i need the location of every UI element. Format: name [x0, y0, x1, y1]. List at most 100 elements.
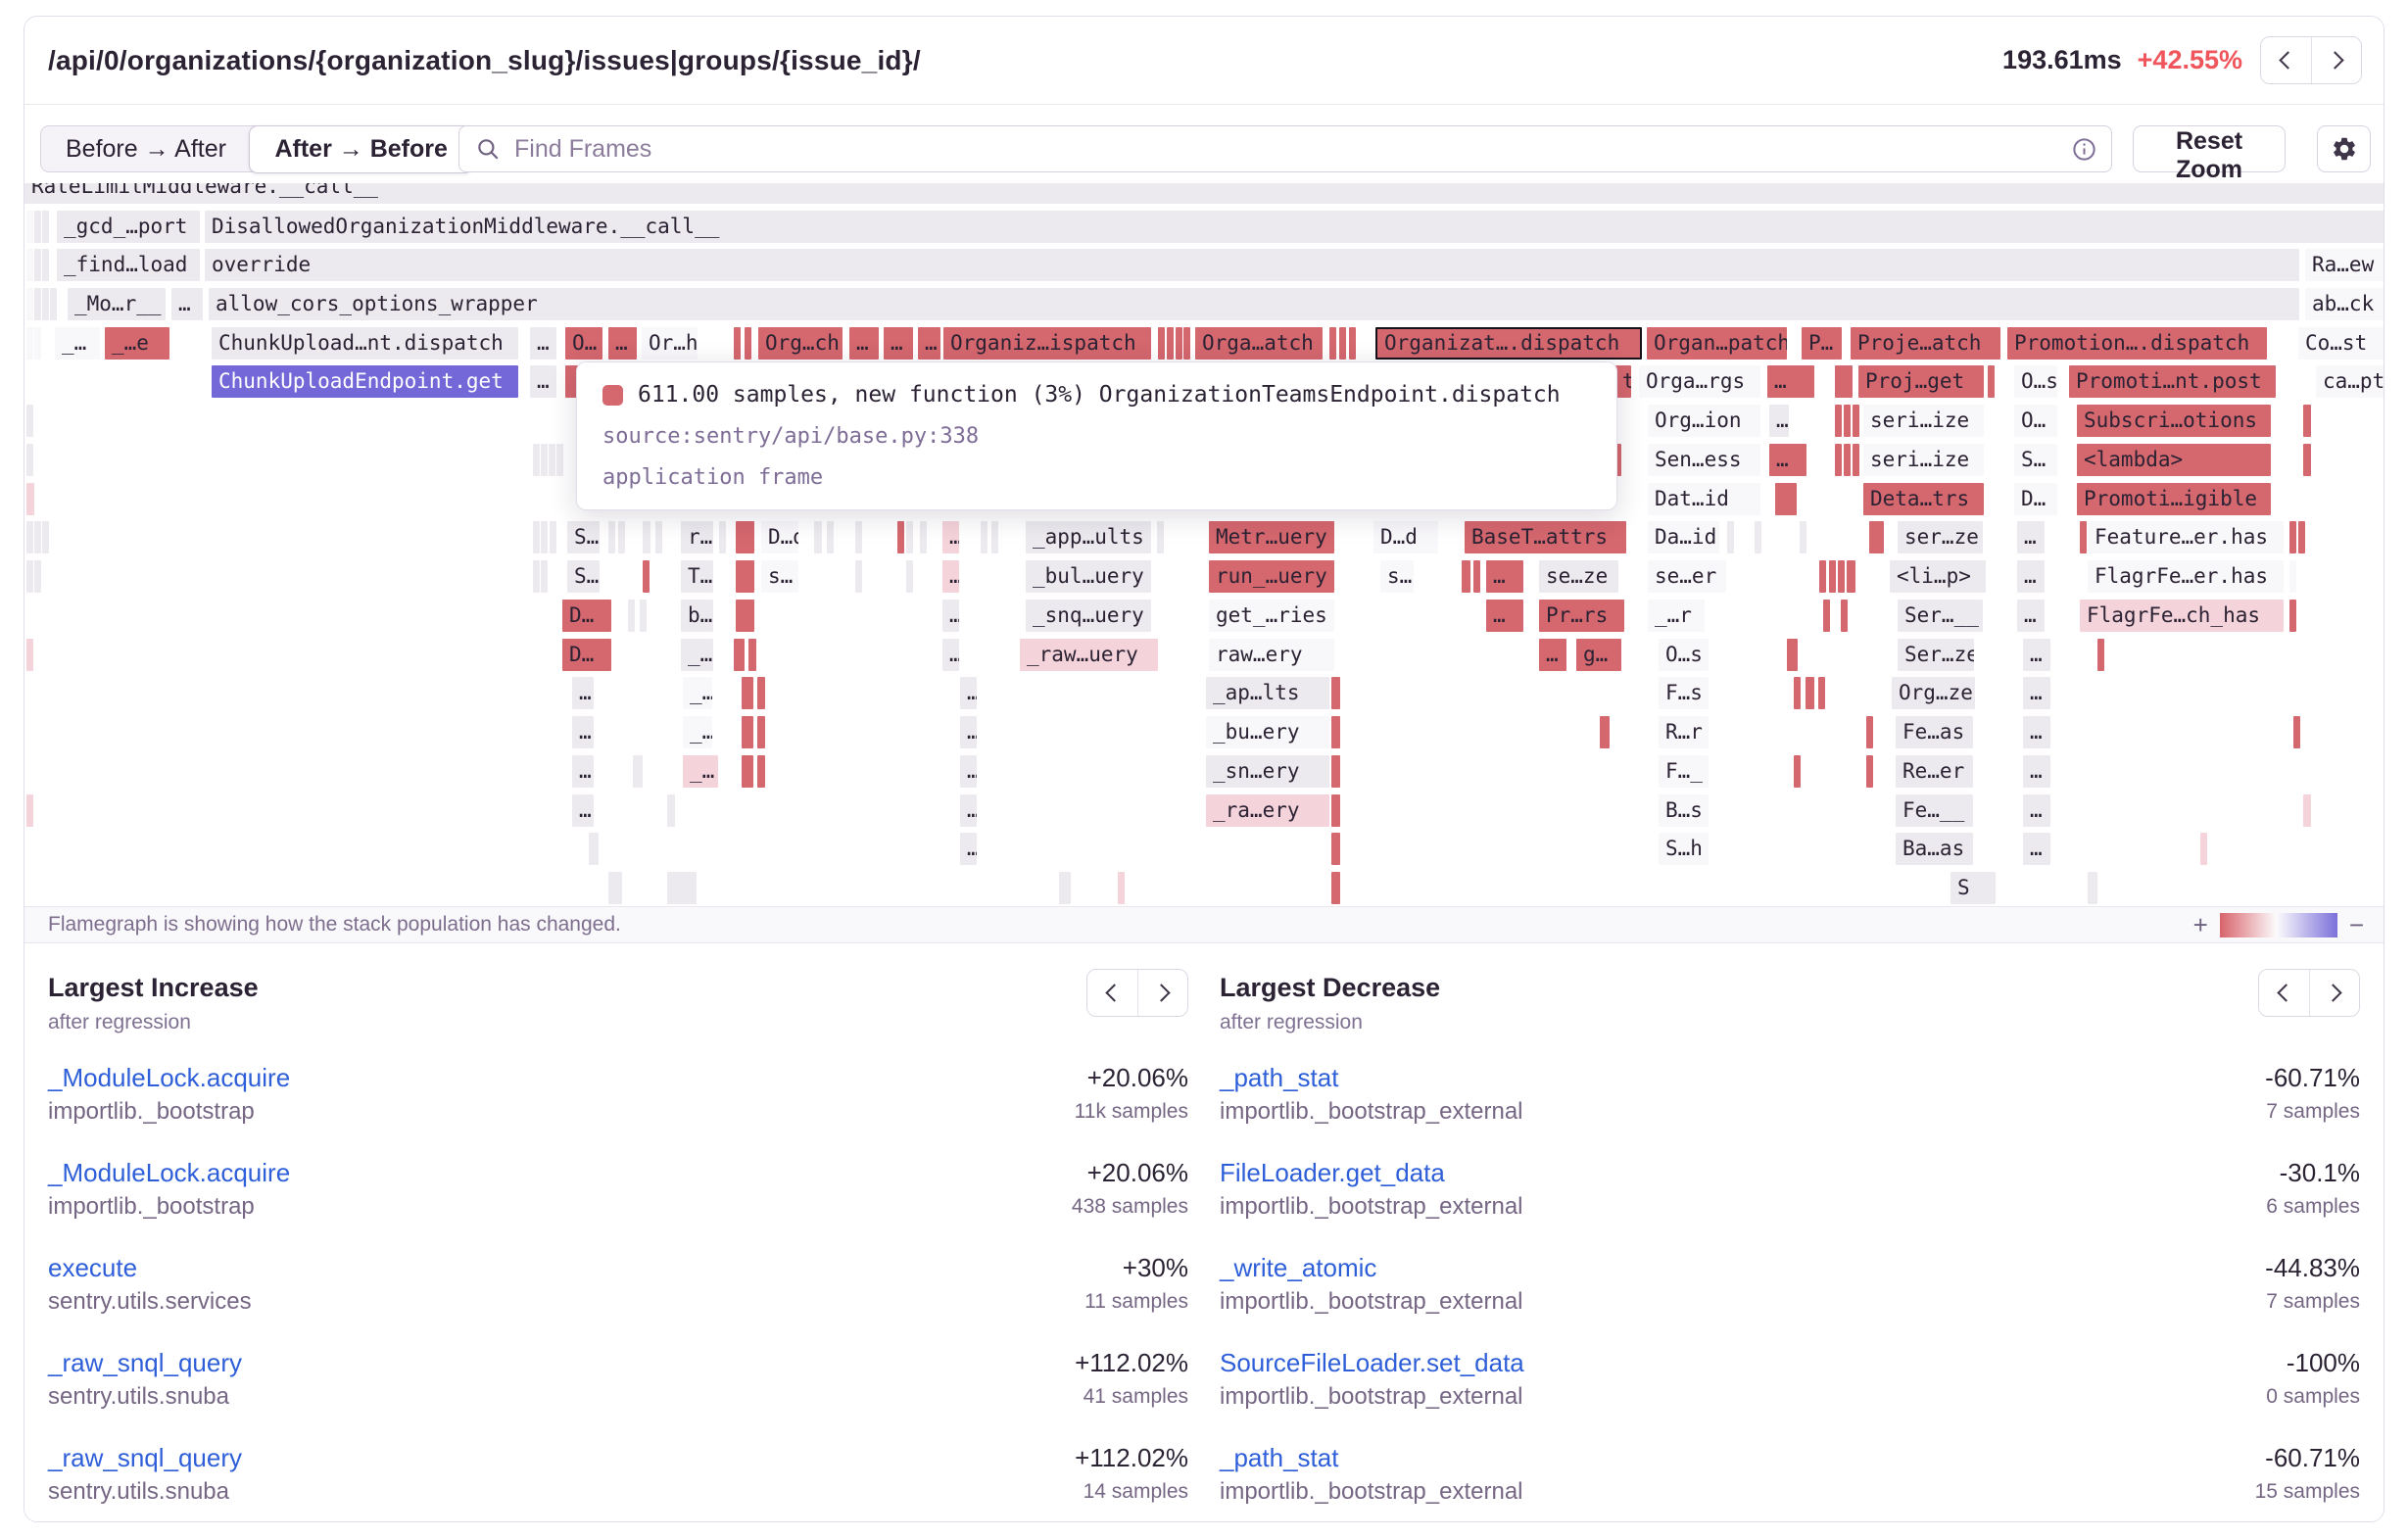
flamegraph-frame[interactable]: Metr…uery [1209, 521, 1334, 553]
flamegraph-frame[interactable] [736, 600, 754, 632]
flamegraph-frame[interactable]: ser…ze [1898, 521, 1983, 553]
flamegraph-frame[interactable]: Ser…ze [1898, 639, 1974, 671]
flamegraph-frame[interactable]: … [960, 755, 977, 788]
flamegraph-frame[interactable] [736, 521, 754, 553]
flamegraph-frame[interactable]: _…r [1648, 600, 1705, 632]
flamegraph-frame[interactable] [1349, 327, 1356, 360]
flamegraph-frame[interactable]: Ba…as [1896, 833, 1973, 865]
flamegraph-frame[interactable]: … [1769, 405, 1789, 437]
flamegraph-frame[interactable]: ab…ck [2305, 288, 2384, 320]
flamegraph-frame[interactable]: <lambda> [2077, 444, 2271, 476]
flamegraph-frame[interactable]: … [2017, 521, 2045, 553]
flamegraph-frame[interactable]: Re…er [1896, 755, 1973, 788]
flamegraph-frame[interactable]: … [1486, 600, 1523, 632]
flamegraph-frame[interactable]: … [171, 288, 203, 320]
flamegraph-frame[interactable] [26, 327, 33, 360]
flamegraph-frame[interactable] [34, 211, 41, 243]
flamegraph-frame[interactable]: Orga…atch [1195, 327, 1323, 360]
previous-event-button[interactable] [2261, 37, 2311, 83]
flamegraph-frame[interactable]: … [884, 327, 913, 360]
flamegraph-frame[interactable]: … [572, 794, 594, 827]
flamegraph-frame[interactable]: … [1539, 639, 1566, 671]
flamegraph-frame[interactable] [719, 521, 726, 553]
flamegraph-frame[interactable] [742, 716, 753, 748]
flamegraph-frame[interactable]: Org…ze [1892, 677, 1975, 709]
flamegraph-frame[interactable] [1835, 365, 1853, 398]
flamegraph-frame[interactable]: _gcd_…port [57, 211, 200, 243]
flamegraph-frame[interactable] [1847, 560, 1855, 593]
function-link[interactable]: _raw_snql_query [48, 1440, 242, 1475]
search-input[interactable] [512, 134, 2071, 165]
flamegraph-frame[interactable]: Ser…__ [1898, 600, 1983, 632]
flamegraph-frame[interactable]: … [572, 716, 594, 748]
flamegraph-frame[interactable]: s… [1380, 560, 1414, 593]
flamegraph-frame[interactable]: … [942, 639, 959, 671]
function-link[interactable]: _write_atomic [1220, 1250, 1523, 1285]
flamegraph-frame[interactable]: _Mo…r__ [68, 288, 166, 320]
flamegraph-frame[interactable] [26, 211, 33, 243]
flamegraph-frame[interactable] [26, 249, 33, 281]
flamegraph-frame[interactable] [34, 288, 41, 320]
flamegraph-frame[interactable]: O…s [2014, 365, 2057, 398]
flamegraph-frame[interactable] [640, 600, 647, 632]
flamegraph-frame[interactable] [1727, 521, 1734, 553]
flamegraph-frame[interactable]: D…d [761, 521, 798, 553]
flamegraph-frame[interactable] [2293, 716, 2300, 748]
flamegraph-frame[interactable]: _… [683, 677, 712, 709]
flamegraph-frame[interactable] [608, 521, 615, 553]
flamegraph-frame[interactable]: _… [683, 716, 712, 748]
flamegraph-frame[interactable]: Ra…ew [2305, 249, 2384, 281]
flamegraph-frame[interactable]: T… [681, 560, 713, 593]
flamegraph-frame[interactable]: … [2023, 677, 2050, 709]
flamegraph-frame[interactable]: s… [761, 560, 798, 593]
flamegraph-frame[interactable]: … [572, 755, 594, 788]
flamegraph-frame[interactable]: raw…ery [1209, 639, 1334, 671]
flamegraph-frame[interactable]: … [2023, 794, 2050, 827]
flamegraph-canvas[interactable]: S…Ba…asS…h……Fe…__B…s_ra…ery………Re…erF…__s… [24, 183, 2384, 906]
flamegraph-frame[interactable]: … [2017, 600, 2045, 632]
function-link[interactable]: execute [48, 1250, 252, 1285]
flamegraph-frame[interactable] [1794, 677, 1801, 709]
flamegraph-frame[interactable] [533, 444, 540, 476]
flamegraph-frame[interactable]: t [1615, 365, 1631, 398]
flamegraph-frame[interactable] [906, 521, 913, 553]
flamegraph-frame[interactable] [533, 521, 540, 553]
flamegraph-frame[interactable]: … [2023, 755, 2050, 788]
flamegraph-frame[interactable]: Fe…as [1896, 716, 1973, 748]
flamegraph-frame[interactable]: Organ…patch [1647, 327, 1787, 360]
flamegraph-frame[interactable] [1835, 405, 1842, 437]
flamegraph-frame[interactable]: b… [681, 600, 713, 632]
flamegraph-frame[interactable]: _ap…lts [1206, 677, 1329, 709]
flamegraph-frame[interactable]: FlagrFe…ch_has [2080, 600, 2284, 632]
flamegraph-frame[interactable] [981, 521, 987, 553]
segment-before-after[interactable]: Before → After [41, 126, 251, 171]
flamegraph-frame[interactable]: D…d [1373, 521, 1438, 553]
flamegraph-frame[interactable]: S…h [1659, 833, 1709, 865]
flamegraph-frame[interactable] [742, 755, 753, 788]
flamegraph-frame[interactable]: … [1769, 444, 1806, 476]
flamegraph-frame[interactable] [667, 794, 675, 827]
function-link[interactable]: SourceFileLoader.set_data [1220, 1345, 1524, 1380]
flamegraph-frame[interactable]: S… [567, 560, 600, 593]
flamegraph-frame[interactable] [1806, 677, 1814, 709]
flamegraph-frame[interactable]: Da…id [1648, 521, 1719, 553]
flamegraph-frame[interactable] [2289, 560, 2296, 593]
flamegraph-frame[interactable]: _app…ults [1026, 521, 1151, 553]
flamegraph-frame[interactable]: … [918, 327, 940, 360]
flamegraph-frame[interactable] [1844, 444, 1851, 476]
flamegraph-frame[interactable]: F…_ [1659, 755, 1709, 788]
flamegraph-frame[interactable] [533, 560, 540, 593]
flamegraph-frame[interactable]: … [572, 677, 594, 709]
flamegraph-frame[interactable] [42, 288, 49, 320]
flamegraph-frame[interactable] [1331, 755, 1340, 788]
flamegraph-frame[interactable] [2097, 639, 2104, 671]
flamegraph-frame[interactable]: _…e [105, 327, 169, 360]
flamegraph-frame[interactable]: O… [565, 327, 602, 360]
flamegraph-frame[interactable]: O…s [1659, 639, 1709, 671]
flamegraph-frame[interactable] [42, 211, 49, 243]
flamegraph-frame[interactable] [757, 677, 765, 709]
flamegraph-frame[interactable]: override [205, 249, 2299, 281]
flamegraph-frame[interactable]: Sen…ess [1648, 444, 1760, 476]
flamegraph-frame[interactable] [1866, 716, 1873, 748]
flamegraph-frame[interactable]: <li…p> [1890, 560, 1986, 593]
